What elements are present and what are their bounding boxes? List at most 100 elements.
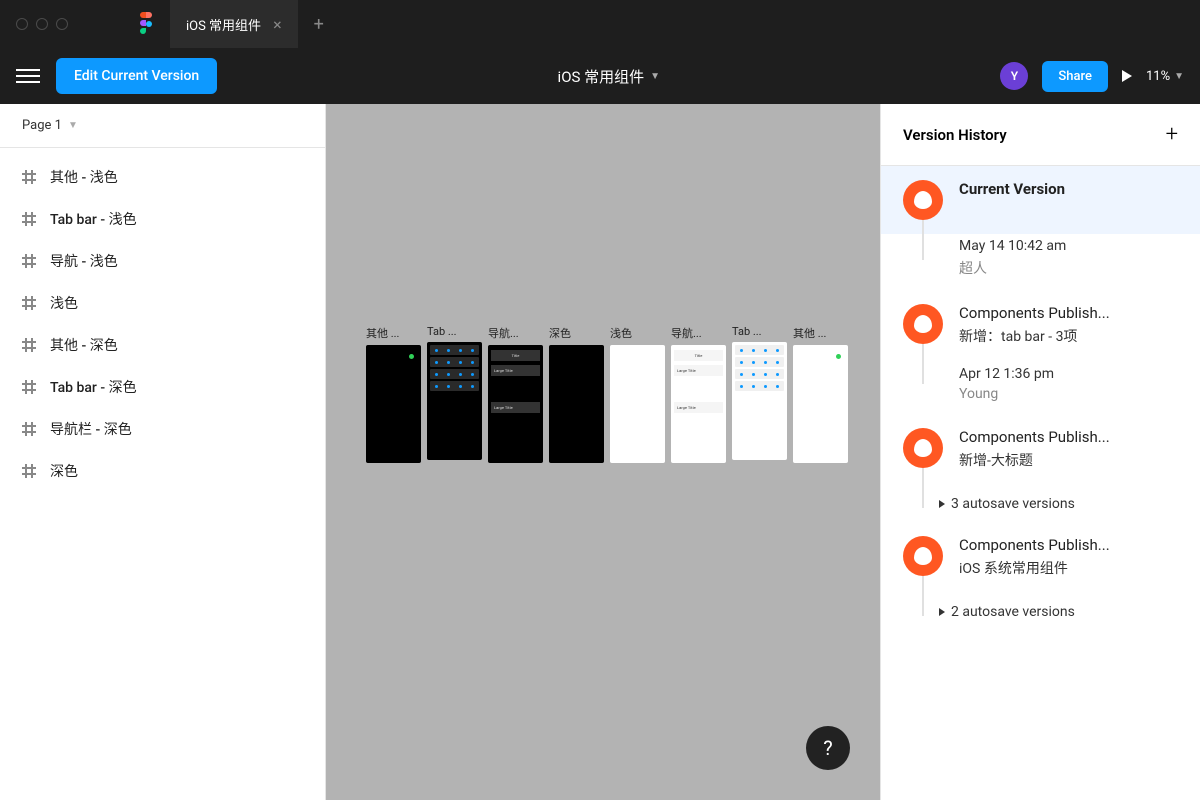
frame-label: 导航... [488, 325, 543, 341]
version-time: May 14 10:42 am [959, 238, 1178, 254]
version-history-title: Version History [903, 126, 1007, 144]
version-subtitle: 新增-大标题 [959, 450, 1178, 470]
version-title: Components Publish... [959, 536, 1178, 554]
canvas[interactable]: 其他 ... Tab ... 导航... TitleLarge TitleLarge … [326, 104, 880, 800]
titlebar: iOS 常用组件 × + [0, 0, 1200, 48]
layer-item[interactable]: 其他 - 深色 [0, 324, 325, 366]
version-time: Apr 12 1:36 pm [959, 366, 1178, 382]
layer-name: 其他 - 浅色 [50, 167, 118, 187]
canvas-frame[interactable]: 导航... TitleLarge TitleLarge Title [671, 325, 726, 463]
frame-label: 导航... [671, 325, 726, 341]
window-controls[interactable] [16, 18, 68, 30]
frame-label: 其他 ... [366, 325, 421, 341]
canvas-frame[interactable]: 其他 ... [366, 325, 421, 463]
autosave-label: 3 autosave versions [951, 496, 1075, 512]
layer-item[interactable]: 导航栏 - 深色 [0, 408, 325, 450]
layer-name: Tab bar - 深色 [50, 377, 137, 397]
chevron-down-icon: ▼ [650, 71, 660, 82]
close-tab-icon[interactable]: × [273, 15, 282, 34]
layers-panel: Page 1 ▼ 其他 - 浅色 Tab bar - 浅色导航 - 浅色浅色其他 … [0, 104, 326, 800]
document-title[interactable]: iOS 常用组件 ▼ [233, 66, 984, 87]
canvas-frame[interactable]: Tab ... [427, 325, 482, 463]
document-tab[interactable]: iOS 常用组件 × [170, 0, 298, 48]
layer-item[interactable]: 深色 [0, 450, 325, 492]
version-meta[interactable]: May 14 10:42 am 超人 [881, 234, 1200, 290]
version-title: Components Publish... [959, 428, 1178, 446]
help-button[interactable]: ? [806, 726, 850, 770]
version-item[interactable]: Components Publish... 新增：tab bar - 3项 [881, 290, 1200, 362]
version-item[interactable]: Components Publish... iOS 系统常用组件 [881, 522, 1200, 594]
frame-label: Tab ... [427, 325, 482, 338]
frame-icon [22, 170, 36, 184]
add-tab-button[interactable]: + [298, 14, 340, 35]
layer-name: 深色 [50, 461, 78, 481]
canvas-frame[interactable]: 导航... TitleLarge TitleLarge Title [488, 325, 543, 463]
layer-name: 浅色 [50, 293, 78, 313]
version-avatar [903, 180, 943, 220]
frame-thumbnail [366, 345, 421, 463]
frame-thumbnail: TitleLarge TitleLarge Title [671, 345, 726, 463]
triangle-right-icon [939, 608, 945, 616]
frame-icon [22, 422, 36, 436]
user-avatar[interactable]: Y [1000, 62, 1028, 90]
frame-thumbnail [549, 345, 604, 463]
canvas-frame[interactable]: 深色 [549, 325, 604, 463]
toolbar: Edit Current Version iOS 常用组件 ▼ Y Share … [0, 48, 1200, 104]
layer-name: 导航 - 浅色 [50, 251, 118, 271]
autosave-label: 2 autosave versions [951, 604, 1075, 620]
zoom-control[interactable]: 11% ▼ [1146, 69, 1184, 84]
version-subtitle: 新增：tab bar - 3项 [959, 326, 1178, 346]
layer-item[interactable]: 导航 - 浅色 [0, 240, 325, 282]
triangle-right-icon [939, 500, 945, 508]
version-meta[interactable]: Apr 12 1:36 pm Young [881, 362, 1200, 414]
main-menu-icon[interactable] [16, 69, 40, 83]
page-selector[interactable]: Page 1 ▼ [0, 104, 325, 148]
frame-icon [22, 296, 36, 310]
frame-icon [22, 212, 36, 226]
version-author: Young [959, 386, 1178, 402]
frame-thumbnail [793, 345, 848, 463]
layer-item[interactable]: 浅色 [0, 282, 325, 324]
frame-icon [22, 464, 36, 478]
canvas-frame[interactable]: 其他 ... [793, 325, 848, 463]
version-avatar [903, 536, 943, 576]
layer-item[interactable]: Tab bar - 深色 [0, 366, 325, 408]
chevron-down-icon: ▼ [68, 120, 78, 131]
canvas-frame[interactable]: Tab ... [732, 325, 787, 463]
version-avatar [903, 428, 943, 468]
autosave-group[interactable]: 3 autosave versions [881, 486, 1200, 522]
frame-label: Tab ... [732, 325, 787, 338]
layer-name: 导航栏 - 深色 [50, 419, 132, 439]
frame-thumbnail [732, 342, 787, 460]
chevron-down-icon: ▼ [1174, 71, 1184, 82]
version-item[interactable]: Components Publish... 新增-大标题 [881, 414, 1200, 486]
version-subtitle: iOS 系统常用组件 [959, 558, 1178, 578]
version-item[interactable]: Current Version [881, 166, 1200, 234]
frame-label: 浅色 [610, 325, 665, 341]
frame-icon [22, 254, 36, 268]
frame-icon [22, 380, 36, 394]
frame-icon [22, 338, 36, 352]
frame-thumbnail: TitleLarge TitleLarge Title [488, 345, 543, 463]
canvas-frame[interactable]: 浅色 [610, 325, 665, 463]
frame-thumbnail [610, 345, 665, 463]
version-title: Components Publish... [959, 304, 1178, 322]
version-avatar [903, 304, 943, 344]
layer-name: Tab bar - 浅色 [50, 209, 137, 229]
layer-name: 其他 - 深色 [50, 335, 118, 355]
add-version-icon[interactable]: + [1166, 122, 1178, 147]
version-history-panel: Version History + Current Version May 14 … [880, 104, 1200, 800]
present-icon[interactable] [1122, 70, 1132, 82]
frame-label: 其他 ... [793, 325, 848, 341]
autosave-group[interactable]: 2 autosave versions [881, 594, 1200, 630]
figma-logo-icon [138, 12, 154, 36]
edit-version-button[interactable]: Edit Current Version [56, 58, 217, 94]
layer-item[interactable]: 其他 - 浅色 [0, 156, 325, 198]
version-title: Current Version [959, 180, 1178, 198]
layer-item[interactable]: Tab bar - 浅色 [0, 198, 325, 240]
version-author: 超人 [959, 258, 1178, 278]
tab-title: iOS 常用组件 [186, 15, 261, 34]
share-button[interactable]: Share [1042, 61, 1108, 92]
frame-thumbnail [427, 342, 482, 460]
frame-label: 深色 [549, 325, 604, 341]
